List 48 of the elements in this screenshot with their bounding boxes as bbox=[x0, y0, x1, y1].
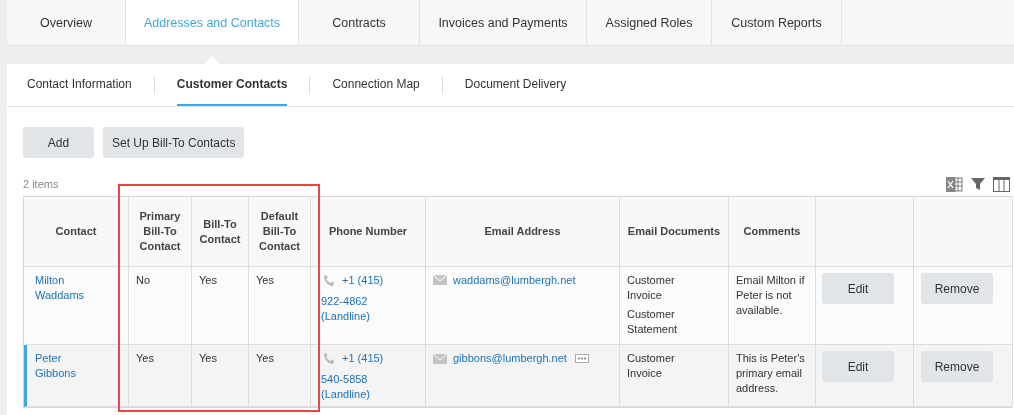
column-header: Email Documents bbox=[620, 197, 729, 267]
column-header: Phone Number bbox=[311, 197, 426, 267]
sub-tab[interactable]: Document Delivery bbox=[464, 64, 567, 106]
column-header: Contact bbox=[24, 197, 129, 267]
tab[interactable]: Custom Reports bbox=[712, 0, 842, 45]
column-header: Bill-To Contact bbox=[192, 197, 249, 267]
phone-icon bbox=[323, 273, 336, 287]
remove-button[interactable]: Remove bbox=[921, 351, 993, 383]
document-name: Customer Invoice bbox=[627, 352, 675, 380]
column-header: Email Address bbox=[426, 197, 620, 267]
more-icon[interactable] bbox=[574, 354, 589, 364]
sub-tab[interactable]: Connection Map bbox=[332, 64, 420, 106]
phone-icon bbox=[323, 352, 336, 366]
comment-text: Email Milton if Peter is not available. bbox=[736, 274, 805, 316]
excel-icon[interactable] bbox=[946, 176, 963, 192]
column-header: Primary Bill-To Contact bbox=[129, 197, 192, 267]
sub-tab[interactable]: Contact Information bbox=[27, 64, 132, 106]
tab[interactable]: Invoices and Payments bbox=[420, 0, 587, 45]
item-count: 2 items bbox=[23, 178, 59, 190]
tab[interactable]: Contracts bbox=[299, 0, 420, 45]
edit-button[interactable]: Edit bbox=[822, 351, 894, 383]
envelope-icon bbox=[433, 353, 447, 364]
table-cell-text: Yes bbox=[256, 274, 274, 286]
email-link[interactable]: waddams@lumbergh.net bbox=[453, 273, 576, 288]
tab[interactable]: Assigned Roles bbox=[587, 0, 712, 45]
phone-number[interactable]: 922-4862 (Landline) bbox=[321, 293, 389, 324]
document-name: Customer Invoice bbox=[627, 274, 675, 301]
set-up-button[interactable]: Set Up Bill-To Contacts bbox=[103, 127, 245, 158]
table-cell-text: No bbox=[136, 274, 151, 286]
columns-icon[interactable] bbox=[993, 176, 1010, 192]
phone-number[interactable]: +1 (415) bbox=[342, 273, 384, 288]
phone-number[interactable]: 540-5858 (Landline) bbox=[321, 372, 389, 402]
add-button[interactable]: Add bbox=[23, 127, 94, 158]
sub-tab[interactable]: Customer Contacts bbox=[176, 64, 288, 106]
table-cell-text: Yes bbox=[199, 352, 217, 365]
column-header: Comments bbox=[729, 197, 816, 267]
remove-button[interactable]: Remove bbox=[921, 273, 993, 304]
table-cell-text: Yes bbox=[199, 274, 217, 286]
comment-text: This is Peter's primary email address. bbox=[736, 352, 805, 395]
edit-button[interactable]: Edit bbox=[822, 273, 894, 304]
phone-number[interactable]: +1 (415) bbox=[342, 351, 384, 367]
filter-icon[interactable] bbox=[971, 177, 985, 191]
envelope-icon bbox=[433, 275, 447, 286]
column-header: Default Bill-To Contact bbox=[249, 197, 311, 267]
document-name: Customer Statement bbox=[627, 307, 678, 335]
table-cell-text: Yes bbox=[256, 352, 274, 365]
table-cell-text: Yes bbox=[136, 352, 154, 365]
email-link[interactable]: gibbons@lumbergh.net bbox=[453, 351, 567, 367]
